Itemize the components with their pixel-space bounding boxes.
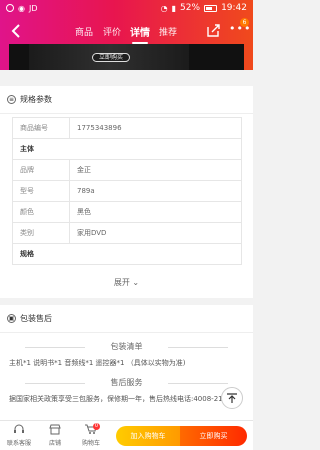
wifi-icon: ◔	[160, 3, 168, 13]
spec-group: 规格	[12, 243, 242, 265]
cart-label: 购物车	[81, 440, 100, 447]
spec-header: ≡ 规格参数	[0, 86, 253, 114]
battery-text: 52%	[180, 3, 201, 13]
spec-icon: ≡	[7, 95, 16, 104]
back-to-top-button[interactable]	[221, 387, 243, 409]
status-left: ◉ JD	[6, 4, 38, 13]
spec-row: 类别 家用DVD	[12, 222, 242, 244]
spec-value: 黑色	[69, 201, 242, 223]
bottom-bar: 联系客服 店铺 0 购物车 加入购物车 立即购买	[0, 420, 253, 450]
package-list-text: 主机*1 说明书*1 音频线*1 遥控器*1 （具体以实物为准)	[9, 359, 186, 367]
spec-row: 商品编号 1775343896	[12, 117, 242, 139]
spec-key: 商品编号	[12, 117, 70, 139]
battery-icon	[204, 4, 218, 12]
headset-icon	[14, 424, 24, 433]
notification-icon: ◉	[18, 3, 25, 13]
package-icon: ▣	[7, 314, 16, 323]
tab-reviews[interactable]: 评价	[98, 25, 126, 38]
service-text: 据国家相关政策享受三包服务，保修期一年，售后热线电话:4008-2199	[9, 395, 232, 403]
status-bar: ◉ JD ◔ ▮ 52% 19:42	[0, 0, 253, 16]
spec-row: 型号 789a	[12, 180, 242, 202]
buy-now-button[interactable]: 立即购买	[180, 426, 247, 446]
spec-key: 型号	[12, 180, 70, 202]
package-title: 包装售后	[20, 314, 52, 323]
add-to-cart-button[interactable]: 加入购物车	[116, 426, 180, 446]
arrow-up-icon	[227, 393, 237, 403]
spec-group-title: 规格	[12, 243, 242, 265]
back-arrow-icon[interactable]	[8, 22, 26, 40]
spec-value: 1775343896	[69, 117, 242, 139]
spec-key: 类别	[12, 222, 70, 244]
spec-value: 789a	[69, 180, 242, 202]
shop-label: 店铺	[48, 440, 61, 447]
shop-icon	[49, 424, 61, 435]
time-text: 19:42	[221, 3, 247, 13]
status-right: ◔ ▮ 52% 19:42	[161, 3, 247, 13]
tab-details[interactable]: 详情	[126, 24, 154, 44]
package-header: ▣ 包装售后	[0, 305, 253, 333]
product-image: 立即购买	[9, 44, 244, 70]
cart-badge: 0	[93, 423, 100, 430]
top-nav: 商品 评价 详情 推荐 ••• 6	[0, 18, 253, 44]
tab-recommend[interactable]: 推荐	[154, 25, 182, 38]
app-icon	[6, 4, 14, 12]
service-button[interactable]: 联系客服	[6, 424, 32, 447]
spec-value: 家用DVD	[69, 222, 242, 244]
spec-group: 主体	[12, 138, 242, 160]
tab-product[interactable]: 商品	[70, 25, 98, 38]
more-badge: 6	[240, 18, 249, 27]
service-label: 联系客服	[6, 440, 31, 447]
spec-row: 品牌 金正	[12, 159, 242, 181]
spec-key: 品牌	[12, 159, 70, 181]
spec-card: ≡ 规格参数 商品编号 1775343896 主体 品牌 金正 型号 789a …	[0, 86, 253, 298]
signal-icon: ▮	[171, 3, 177, 13]
spec-key: 颜色	[12, 201, 70, 223]
spec-value: 金正	[69, 159, 242, 181]
spec-title: 规格参数	[20, 95, 52, 104]
package-list-title: 包装清单	[0, 341, 253, 353]
service-title: 售后服务	[0, 377, 253, 389]
expand-button[interactable]: 展开 ⌄	[0, 272, 253, 294]
share-icon[interactable]	[205, 22, 221, 38]
image-buy-pill[interactable]: 立即购买	[92, 53, 130, 62]
spec-table: 商品编号 1775343896 主体 品牌 金正 型号 789a 颜色 黑色 类…	[12, 117, 242, 265]
header: ◉ JD ◔ ▮ 52% 19:42 商品 评价 详情 推荐 ••• 6 立即购…	[0, 0, 253, 70]
spec-group-title: 主体	[12, 138, 242, 160]
spec-row: 颜色 黑色	[12, 201, 242, 223]
shop-button[interactable]: 店铺	[42, 424, 68, 447]
cart-button[interactable]: 0 购物车	[78, 423, 104, 447]
package-card: ▣ 包装售后 包装清单 主机*1 说明书*1 音频线*1 遥控器*1 （具体以实…	[0, 305, 253, 425]
tab-bar: 商品 评价 详情 推荐	[70, 18, 182, 44]
jd-icon: JD	[28, 3, 38, 13]
